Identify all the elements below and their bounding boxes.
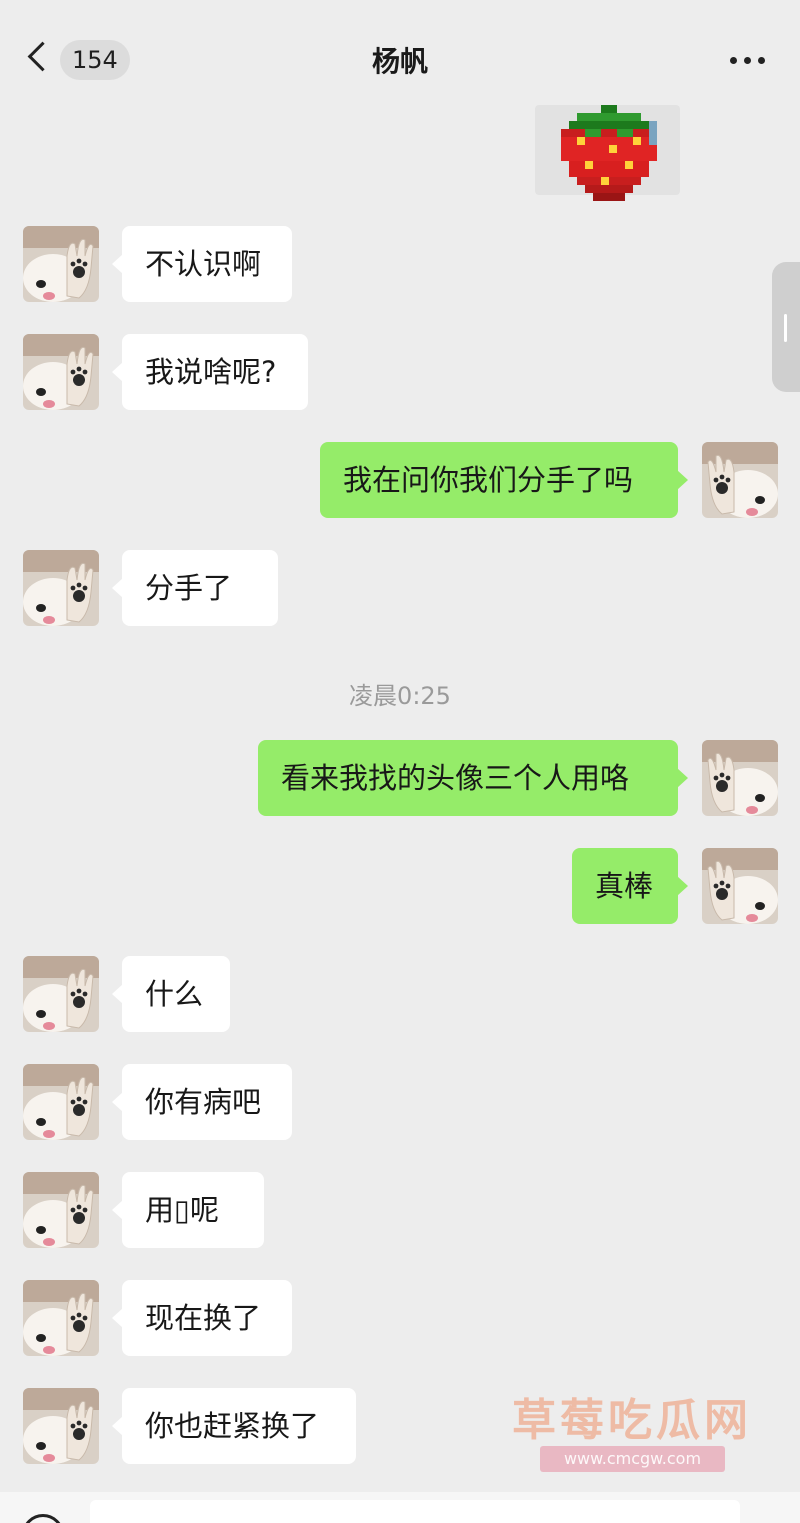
side-scroll-handle[interactable]: [772, 262, 800, 392]
avatar-image: [702, 442, 778, 518]
contact-avatar[interactable]: [23, 550, 99, 626]
contact-avatar[interactable]: [23, 334, 99, 410]
message-row: 分手了: [0, 550, 800, 626]
outgoing-message-bubble[interactable]: 真棒: [572, 848, 688, 924]
avatar-image: [23, 1280, 99, 1356]
incoming-message-bubble[interactable]: 分手了: [112, 550, 278, 626]
message-row: 你有病吧: [0, 1064, 800, 1140]
message-row: 什么: [0, 956, 800, 1032]
message-row: 现在换了: [0, 1280, 800, 1356]
watermark-url: www.cmcgw.com: [563, 1449, 702, 1468]
incoming-message-bubble[interactable]: 不认识啊: [112, 226, 292, 302]
watermark-text: 草莓吃瓜网: [512, 1395, 752, 1446]
strawberry-pixel-icon: [561, 105, 657, 201]
contact-avatar[interactable]: [23, 1172, 99, 1248]
contact-avatar[interactable]: [23, 1388, 99, 1464]
more-dots-icon[interactable]: [726, 46, 770, 74]
message-row: 用▯呢: [0, 1172, 800, 1248]
incoming-message-bubble[interactable]: 什么: [112, 956, 230, 1032]
strawberry-sticker[interactable]: [535, 105, 680, 201]
contact-avatar[interactable]: [23, 956, 99, 1032]
avatar-image: [702, 740, 778, 816]
unread-count-badge: 154: [60, 40, 130, 80]
message-timestamp: 凌晨0:25: [349, 682, 451, 710]
input-bar: [0, 1492, 800, 1523]
avatar-image: [23, 1064, 99, 1140]
chat-screen: 154 杨帆 不认识啊 我说啥呢? 我在问你我们分手了吗 分手了看来我找的头像三…: [0, 0, 800, 1523]
message-row: 看来我找的头像三个人用咯: [0, 740, 800, 816]
incoming-message-bubble[interactable]: 你有病吧: [112, 1064, 292, 1140]
incoming-message-bubble[interactable]: 你也赶紧换了: [112, 1388, 356, 1464]
voice-icon[interactable]: [22, 1514, 64, 1523]
outgoing-message-bubble[interactable]: 看来我找的头像三个人用咯: [258, 740, 688, 816]
contact-avatar[interactable]: [23, 226, 99, 302]
my-avatar[interactable]: [702, 848, 778, 924]
message-row: 不认识啊: [0, 226, 800, 302]
chat-header: 154 杨帆: [0, 0, 800, 100]
outgoing-message-bubble[interactable]: 我在问你我们分手了吗: [320, 442, 688, 518]
message-input[interactable]: [90, 1500, 740, 1523]
incoming-message-bubble[interactable]: 我说啥呢?: [112, 334, 308, 410]
contact-avatar[interactable]: [23, 1280, 99, 1356]
back-button[interactable]: 154: [24, 38, 134, 84]
message-row: 真棒: [0, 848, 800, 924]
avatar-image: [702, 848, 778, 924]
chevron-left-icon: [27, 41, 58, 72]
avatar-image: [23, 956, 99, 1032]
avatar-image: [23, 1388, 99, 1464]
avatar-image: [23, 1172, 99, 1248]
avatar-image: [23, 226, 99, 302]
message-row: 我说啥呢?: [0, 334, 800, 410]
contact-avatar[interactable]: [23, 1064, 99, 1140]
incoming-message-bubble[interactable]: 现在换了: [112, 1280, 292, 1356]
chat-title: 杨帆: [371, 45, 428, 78]
my-avatar[interactable]: [702, 442, 778, 518]
avatar-image: [23, 550, 99, 626]
incoming-message-bubble[interactable]: 用▯呢: [112, 1172, 264, 1248]
my-avatar[interactable]: [702, 740, 778, 816]
avatar-image: [23, 334, 99, 410]
message-row: 我在问你我们分手了吗: [0, 442, 800, 518]
